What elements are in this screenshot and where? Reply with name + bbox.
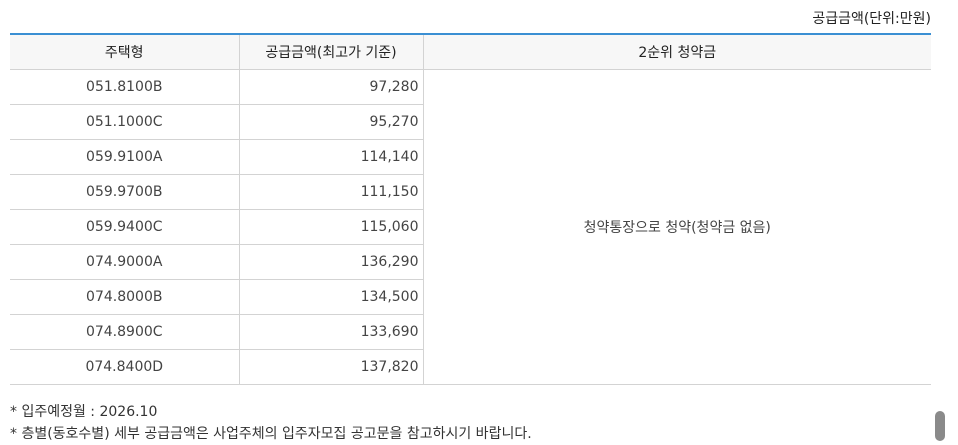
- header-supply-amount: 공급금액(최고가 기준): [239, 34, 424, 70]
- deposit-note-cell: 청약통장으로 청약(청약금 없음): [423, 69, 931, 385]
- housing-type-cell: 074.8400D: [10, 349, 240, 385]
- footnotes: * 입주예정월 : 2026.10 * 층별(동호수별) 세부 공급금액은 사업…: [10, 401, 532, 445]
- housing-type-cell: 059.9100A: [10, 139, 240, 175]
- supply-amount-cell: 95,270: [239, 104, 424, 140]
- move-in-date-note: * 입주예정월 : 2026.10: [10, 404, 158, 420]
- detail-price-note: * 층별(동호수별) 세부 공급금액은 사업주체의 입주자모집 공고문을 참고하…: [10, 426, 532, 442]
- supply-amount-cell: 136,290: [239, 244, 424, 280]
- housing-type-cell: 051.8100B: [10, 69, 240, 105]
- supply-amount-cell: 115,060: [239, 209, 424, 245]
- supply-price-table: 주택형 공급금액(최고가 기준) 2순위 청약금 051.8100B 97,28…: [10, 33, 931, 385]
- header-second-priority-deposit: 2순위 청약금: [423, 34, 931, 70]
- housing-type-cell: 074.8000B: [10, 279, 240, 315]
- scrollbar-thumb[interactable]: [935, 411, 945, 441]
- supply-amount-cell: 114,140: [239, 139, 424, 175]
- supply-amount-cell: 111,150: [239, 174, 424, 210]
- housing-type-cell: 059.9700B: [10, 174, 240, 210]
- housing-type-cell: 051.1000C: [10, 104, 240, 140]
- table-header-row: 주택형 공급금액(최고가 기준) 2순위 청약금: [10, 34, 931, 70]
- supply-amount-cell: 134,500: [239, 279, 424, 315]
- housing-type-cell: 074.9000A: [10, 244, 240, 280]
- supply-amount-cell: 137,820: [239, 349, 424, 385]
- supply-amount-cell: 133,690: [239, 314, 424, 350]
- unit-label: 공급금액(단위:만원): [812, 11, 931, 27]
- housing-type-cell: 059.9400C: [10, 209, 240, 245]
- supply-amount-cell: 97,280: [239, 69, 424, 105]
- header-housing-type: 주택형: [10, 34, 240, 70]
- table-row: 051.8100B 97,280 청약통장으로 청약(청약금 없음): [10, 69, 931, 385]
- scrollbar-track[interactable]: [931, 0, 958, 436]
- housing-type-cell: 074.8900C: [10, 314, 240, 350]
